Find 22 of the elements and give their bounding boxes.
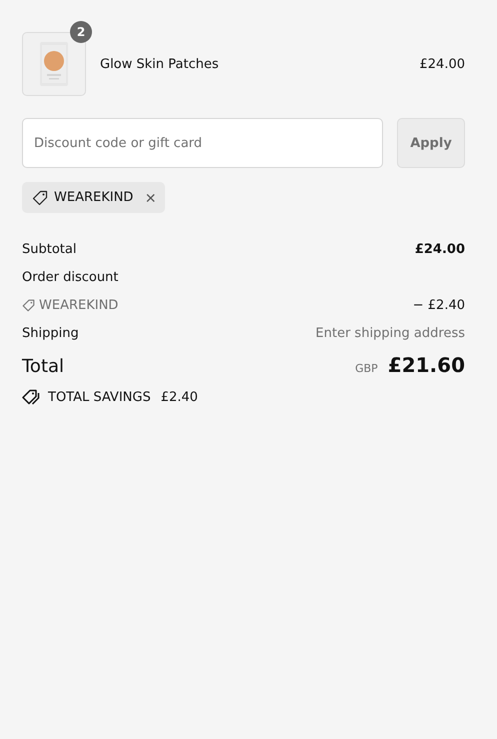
remove-button[interactable]: × — [139, 188, 156, 206]
tag-icon — [22, 298, 35, 312]
product-name: Glow Skin Patches — [100, 56, 220, 72]
discount-code: WEAREKIND — [54, 190, 134, 205]
summary-label: Shipping — [22, 326, 79, 340]
apply-button[interactable]: Apply — [397, 118, 465, 168]
summary-value: £24.00 — [414, 242, 465, 256]
summary-value: Enter shipping address — [316, 326, 465, 340]
summary-value: − £2.40 — [412, 298, 465, 312]
summary-label: Order discount — [22, 270, 118, 284]
currency-code: GBP — [355, 362, 378, 375]
product-price: £24.00 — [420, 56, 465, 72]
savings-amount: £2.40 — [160, 390, 198, 404]
tag-icon — [32, 190, 48, 206]
quantity-badge: 2 — [70, 21, 92, 43]
total-label: Total — [22, 356, 66, 377]
total-amount: £21.60 — [388, 353, 465, 377]
summary-label: Subtotal — [22, 242, 76, 256]
discount-label: WEAREKIND — [22, 298, 118, 312]
tags-icon — [22, 389, 40, 405]
discount-code-field[interactable]: Discount code or gift card — [22, 118, 383, 168]
savings-label: TOTAL SAVINGS — [48, 390, 151, 404]
